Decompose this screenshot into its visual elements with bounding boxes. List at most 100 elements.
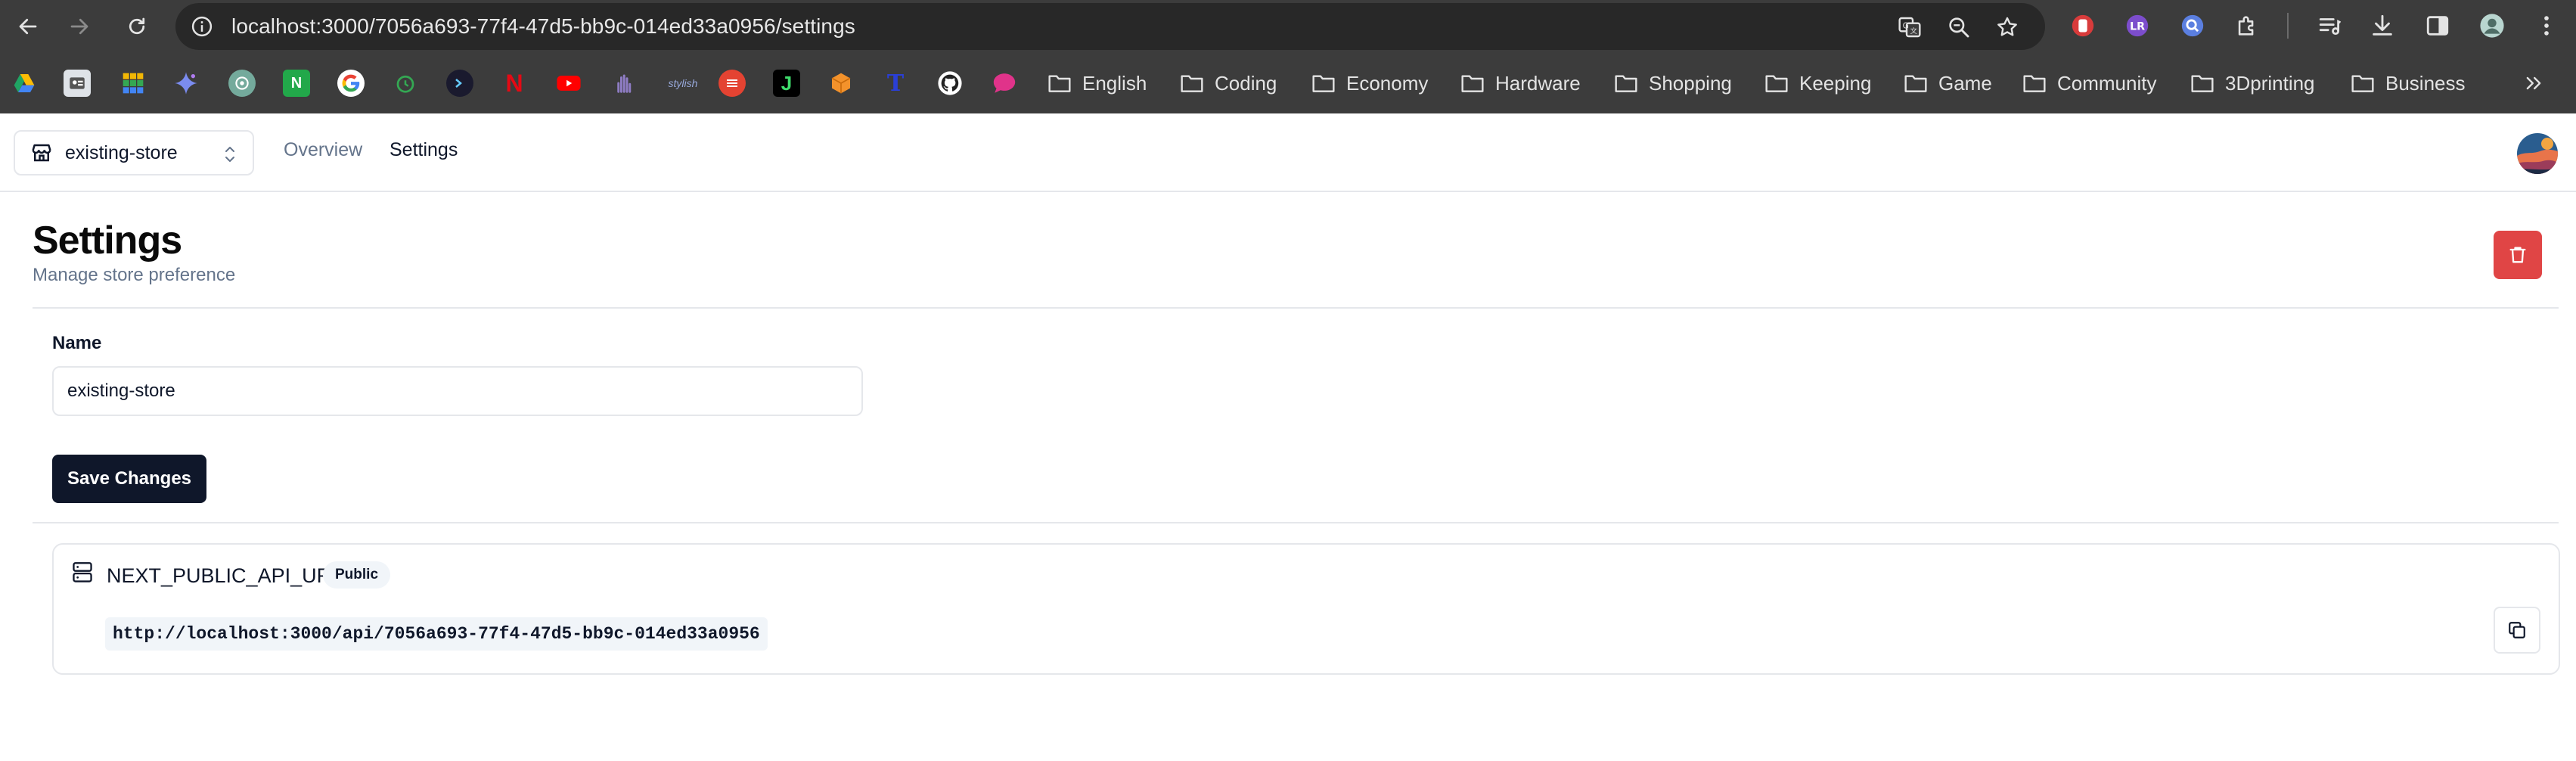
media-queue-icon[interactable]: [2316, 11, 2345, 40]
page-subtitle: Manage store preference: [33, 265, 236, 285]
api-alert-card: NEXT_PUBLIC_API_URL Public http://localh…: [52, 543, 2560, 675]
bookmark-folder-game[interactable]: Game: [1904, 64, 1992, 103]
bookmark-folder-label: Game: [1938, 71, 1992, 95]
nav-settings[interactable]: Settings: [390, 139, 458, 161]
hand-icon[interactable]: [610, 70, 637, 97]
extensions-puzzle-icon[interactable]: [2233, 11, 2261, 40]
bookmark-star-icon[interactable]: [1994, 14, 2020, 40]
address-bar[interactable]: localhost:3000/7056a693-77f4-47d5-bb9c-0…: [175, 3, 2045, 50]
stylus-icon[interactable]: stylish: [664, 70, 702, 97]
github-icon[interactable]: [936, 70, 964, 97]
sheets-icon[interactable]: [119, 70, 147, 97]
api-url: http://localhost:3000/api/7056a693-77f4-…: [105, 617, 768, 651]
delete-store-button[interactable]: [2494, 231, 2542, 279]
browser-menu-icon[interactable]: [2532, 11, 2561, 40]
google-drive-icon[interactable]: [11, 70, 38, 97]
bookmark-folder-keeping[interactable]: Keeping: [1764, 64, 1871, 103]
name-input[interactable]: [52, 366, 863, 416]
server-icon: [73, 562, 92, 582]
form-divider: [33, 522, 2559, 523]
save-changes-button[interactable]: Save Changes: [52, 455, 206, 503]
download-icon[interactable]: [2368, 11, 2397, 40]
svg-text:LR: LR: [2130, 21, 2145, 33]
page-title: Settings: [33, 219, 182, 262]
svg-text:G: G: [1903, 20, 1909, 30]
folder-icon: [1181, 75, 1203, 92]
youtube-icon[interactable]: [555, 70, 582, 97]
chatgpt-icon[interactable]: [228, 70, 256, 97]
bookmark-folder-english[interactable]: English: [1047, 64, 1147, 103]
chat-bubble-icon[interactable]: [991, 70, 1018, 97]
app-header: existing-store Overview Settings: [0, 113, 2576, 192]
timer-icon[interactable]: [392, 70, 419, 97]
j-icon[interactable]: J: [773, 70, 800, 97]
folder-icon: [1904, 75, 1927, 92]
bookmark-folder-label: Economy: [1346, 71, 1429, 95]
box-icon[interactable]: [827, 70, 855, 97]
folder-icon: [2351, 75, 2374, 92]
bookmark-folder-label: Hardware: [1495, 71, 1581, 95]
back-button[interactable]: [11, 9, 45, 44]
store-switcher[interactable]: existing-store: [14, 130, 254, 175]
folder-icon: [1765, 75, 1788, 92]
bookmark-folder-label: Business: [2385, 71, 2466, 95]
todoist-icon[interactable]: [718, 70, 746, 97]
chevron-double-right-icon: [2526, 76, 2541, 90]
t-icon[interactable]: T: [882, 70, 909, 97]
reload-button[interactable]: [119, 9, 154, 44]
bookmark-folder-label: Community: [2057, 71, 2157, 95]
netflix-icon[interactable]: N: [501, 70, 528, 97]
bookmarks-bar: N N stylish J T English Coding Economy H…: [0, 53, 2576, 113]
toolbar-separator: [2287, 13, 2289, 39]
url-text[interactable]: localhost:3000/7056a693-77f4-47d5-bb9c-0…: [231, 3, 855, 50]
more-bookmarks-button[interactable]: [2523, 64, 2544, 103]
extension-search-icon[interactable]: [2178, 11, 2207, 40]
site-info-icon[interactable]: [191, 15, 213, 38]
forward-button[interactable]: [62, 9, 97, 44]
forward-arrow-icon: [70, 18, 88, 35]
folder-icon: [1615, 75, 1637, 92]
side-panel-icon[interactable]: [2423, 11, 2452, 40]
folder-icon: [2023, 75, 2046, 92]
browser-toolbar: localhost:3000/7056a693-77f4-47d5-bb9c-0…: [0, 0, 2576, 53]
copy-icon: [2509, 622, 2525, 638]
bookmark-folder-label: English: [1082, 71, 1147, 95]
back-arrow-icon: [19, 18, 37, 35]
name-label: Name: [52, 333, 102, 353]
google-icon[interactable]: [337, 70, 365, 97]
bookmark-folder-community[interactable]: Community: [2022, 64, 2156, 103]
folder-icon: [1312, 75, 1335, 92]
bookmark-folder-label: Shopping: [1649, 71, 1732, 95]
zoom-icon[interactable]: [1946, 14, 1972, 40]
bookmark-folder-coding[interactable]: Coding: [1180, 64, 1277, 103]
contacts-icon[interactable]: [64, 70, 91, 97]
trash-icon: [2509, 247, 2526, 263]
extension-red-icon[interactable]: [2069, 11, 2097, 40]
translate-icon[interactable]: G文: [1897, 14, 1923, 40]
profile-avatar-icon[interactable]: [2478, 11, 2506, 40]
bookmark-folder-label: Keeping: [1799, 71, 1872, 95]
bookmark-folder-label: Coding: [1215, 71, 1277, 95]
terminal-icon[interactable]: [446, 70, 473, 97]
bookmark-folder-hardware[interactable]: Hardware: [1460, 64, 1581, 103]
folder-icon: [2191, 75, 2214, 92]
user-avatar[interactable]: [2517, 133, 2558, 174]
gemini-icon[interactable]: [172, 70, 200, 97]
bookmark-folder-3dprinting[interactable]: 3Dprinting: [2190, 64, 2315, 103]
bookmark-folder-business[interactable]: Business: [2351, 64, 2466, 103]
bookmark-folder-shopping[interactable]: Shopping: [1614, 64, 1732, 103]
folder-icon: [1048, 75, 1071, 92]
public-badge: Public: [323, 561, 391, 589]
folder-icon: [1461, 75, 1484, 92]
notion-icon[interactable]: N: [283, 70, 310, 97]
avatar-image: [2517, 133, 2558, 174]
store-name: existing-store: [65, 141, 178, 163]
heading-divider: [33, 307, 2559, 309]
bookmark-folder-label: 3Dprinting: [2225, 71, 2315, 95]
bookmark-folder-economy[interactable]: Economy: [1311, 64, 1428, 103]
copy-url-button[interactable]: [2494, 607, 2540, 654]
store-icon: [32, 144, 51, 162]
svg-text:文: 文: [1910, 26, 1917, 36]
extension-purple-icon[interactable]: LR: [2123, 11, 2152, 40]
nav-overview[interactable]: Overview: [284, 139, 362, 161]
